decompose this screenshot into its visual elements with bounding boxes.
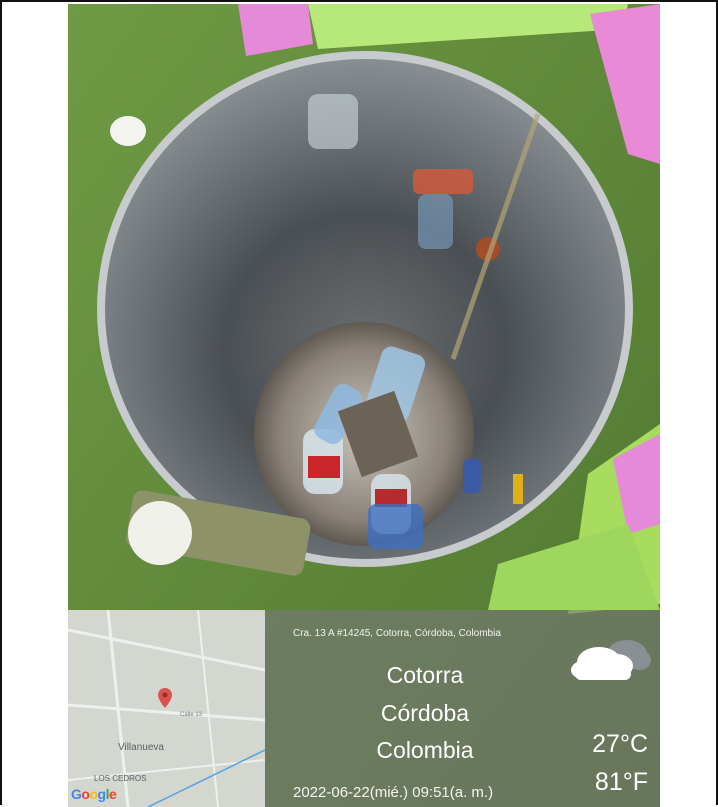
- map-inset[interactable]: Calle 13 Villanueva LOS CEDROS Google: [68, 610, 265, 807]
- image-frame: Calle 13 Villanueva LOS CEDROS Google Cr…: [0, 0, 718, 807]
- city-text: Cotorra: [386, 662, 464, 688]
- google-logo: Google: [71, 786, 117, 802]
- country-text: Colombia: [376, 737, 474, 763]
- location-info-panel: Cra. 13 A #14245, Cotorra, Córdoba, Colo…: [265, 610, 660, 807]
- temp-fahrenheit: 81°F: [594, 768, 648, 796]
- map-street-label: Calle 13: [180, 712, 203, 718]
- datetime-text: 2022-06-22(mié.) 09:51(a. m.): [293, 784, 494, 801]
- temp-celsius: 27°C: [592, 730, 648, 758]
- map-pin-icon: [158, 688, 172, 708]
- map-area-label: Villanueva: [118, 742, 164, 753]
- map-neighborhood-label: LOS CEDROS: [94, 774, 147, 783]
- cloudy-weather-icon: [571, 640, 651, 680]
- address-text: Cra. 13 A #14245, Cotorra, Córdoba, Colo…: [293, 628, 501, 639]
- region-text: Córdoba: [380, 700, 470, 726]
- trash-can-photo: Calle 13 Villanueva LOS CEDROS Google Cr…: [68, 4, 660, 807]
